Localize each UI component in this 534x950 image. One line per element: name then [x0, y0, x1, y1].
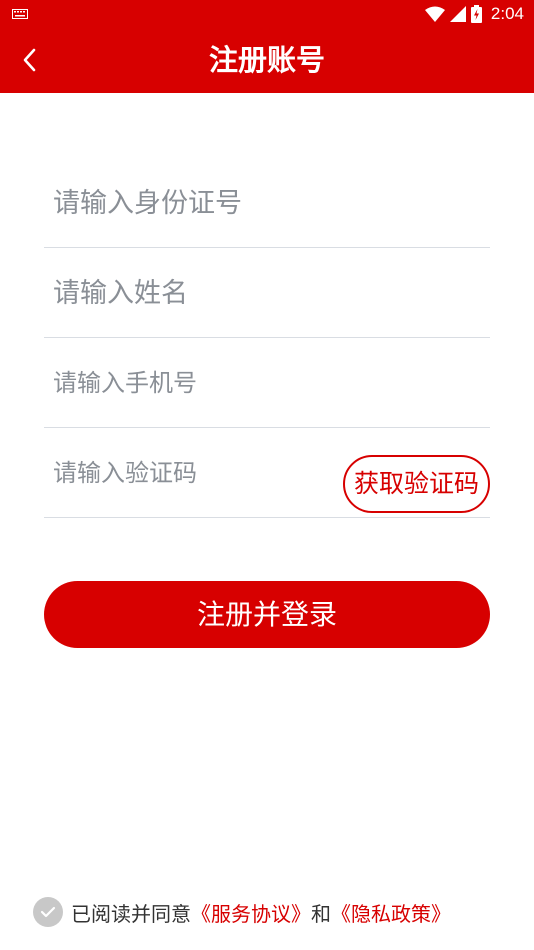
- service-agreement-link[interactable]: 《服务协议》: [191, 898, 311, 927]
- app-bar: 注册账号: [0, 27, 534, 93]
- name-input[interactable]: [44, 248, 490, 338]
- verification-code-input[interactable]: [44, 428, 334, 518]
- keyboard-icon: [12, 9, 28, 19]
- get-code-button[interactable]: 获取验证码: [343, 455, 490, 513]
- back-button[interactable]: [10, 40, 50, 80]
- register-login-button[interactable]: 注册并登录: [44, 581, 490, 648]
- chevron-left-icon: [23, 48, 36, 72]
- signal-icon: [449, 6, 466, 22]
- agreement-prefix: 已阅读并同意: [71, 901, 191, 926]
- name-row: [44, 248, 490, 338]
- id-number-row: [44, 158, 490, 248]
- id-number-input[interactable]: [44, 158, 490, 248]
- status-bar: 2:04: [0, 0, 534, 27]
- checkmark-icon: [40, 906, 56, 918]
- agreement-row: 已阅读并同意 《服务协议》 和 《隐私政策》: [33, 896, 451, 928]
- agreement-and: 和: [311, 901, 331, 926]
- battery-charging-icon: [470, 5, 482, 23]
- phone-input[interactable]: [44, 338, 490, 428]
- page-title: 注册账号: [208, 43, 325, 77]
- privacy-policy-link[interactable]: 《隐私政策》: [331, 898, 451, 927]
- verification-code-row: 获取验证码: [44, 428, 490, 518]
- phone-row: [44, 338, 490, 428]
- wifi-icon: [424, 6, 445, 22]
- agreement-checkbox[interactable]: [33, 897, 63, 927]
- status-time: 2:04: [490, 4, 524, 23]
- register-form: 获取验证码: [44, 158, 490, 518]
